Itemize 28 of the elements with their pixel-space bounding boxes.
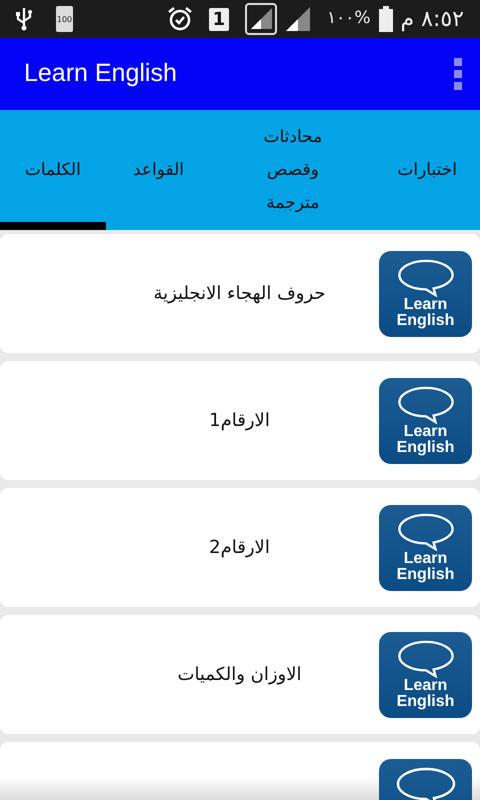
battery-icon: 100	[56, 6, 73, 32]
usb-icon	[16, 7, 32, 31]
battery-percent: ١٠٠%	[326, 7, 370, 30]
item-title: الارقام2	[208, 536, 271, 560]
alarm-clock-icon	[166, 6, 193, 32]
logo-text: Learn	[404, 550, 448, 566]
overflow-menu-icon[interactable]	[452, 58, 464, 90]
logo-text: English	[396, 694, 454, 710]
tab[interactable]: القواعد	[106, 110, 212, 230]
item-title: حروف الهجاء الانجليزية	[152, 282, 327, 306]
clock: ٨:٥٢ م	[400, 6, 464, 34]
item-title: الاوزان والكميات	[176, 663, 302, 687]
tab[interactable]: اختبارات	[374, 110, 480, 230]
logo-text: Learn	[404, 296, 448, 312]
logo-text: Learn	[404, 678, 448, 694]
logo-text: English	[396, 312, 454, 328]
tab[interactable]: الكلمات	[0, 110, 106, 230]
tab[interactable]: محادثات وقصص مترجمة	[211, 110, 374, 230]
logo-text: Learn	[404, 424, 448, 440]
signal-icon	[244, 3, 277, 35]
sim-card-icon: 1	[208, 8, 229, 30]
item-title: الارقام1	[208, 409, 271, 433]
speech-bubble-icon	[394, 766, 456, 800]
battery-icon	[378, 6, 392, 32]
logo-text: English	[396, 440, 454, 456]
app-title: Learn English	[24, 58, 177, 90]
signal-icon	[284, 6, 311, 32]
logo-text: English	[396, 566, 454, 582]
